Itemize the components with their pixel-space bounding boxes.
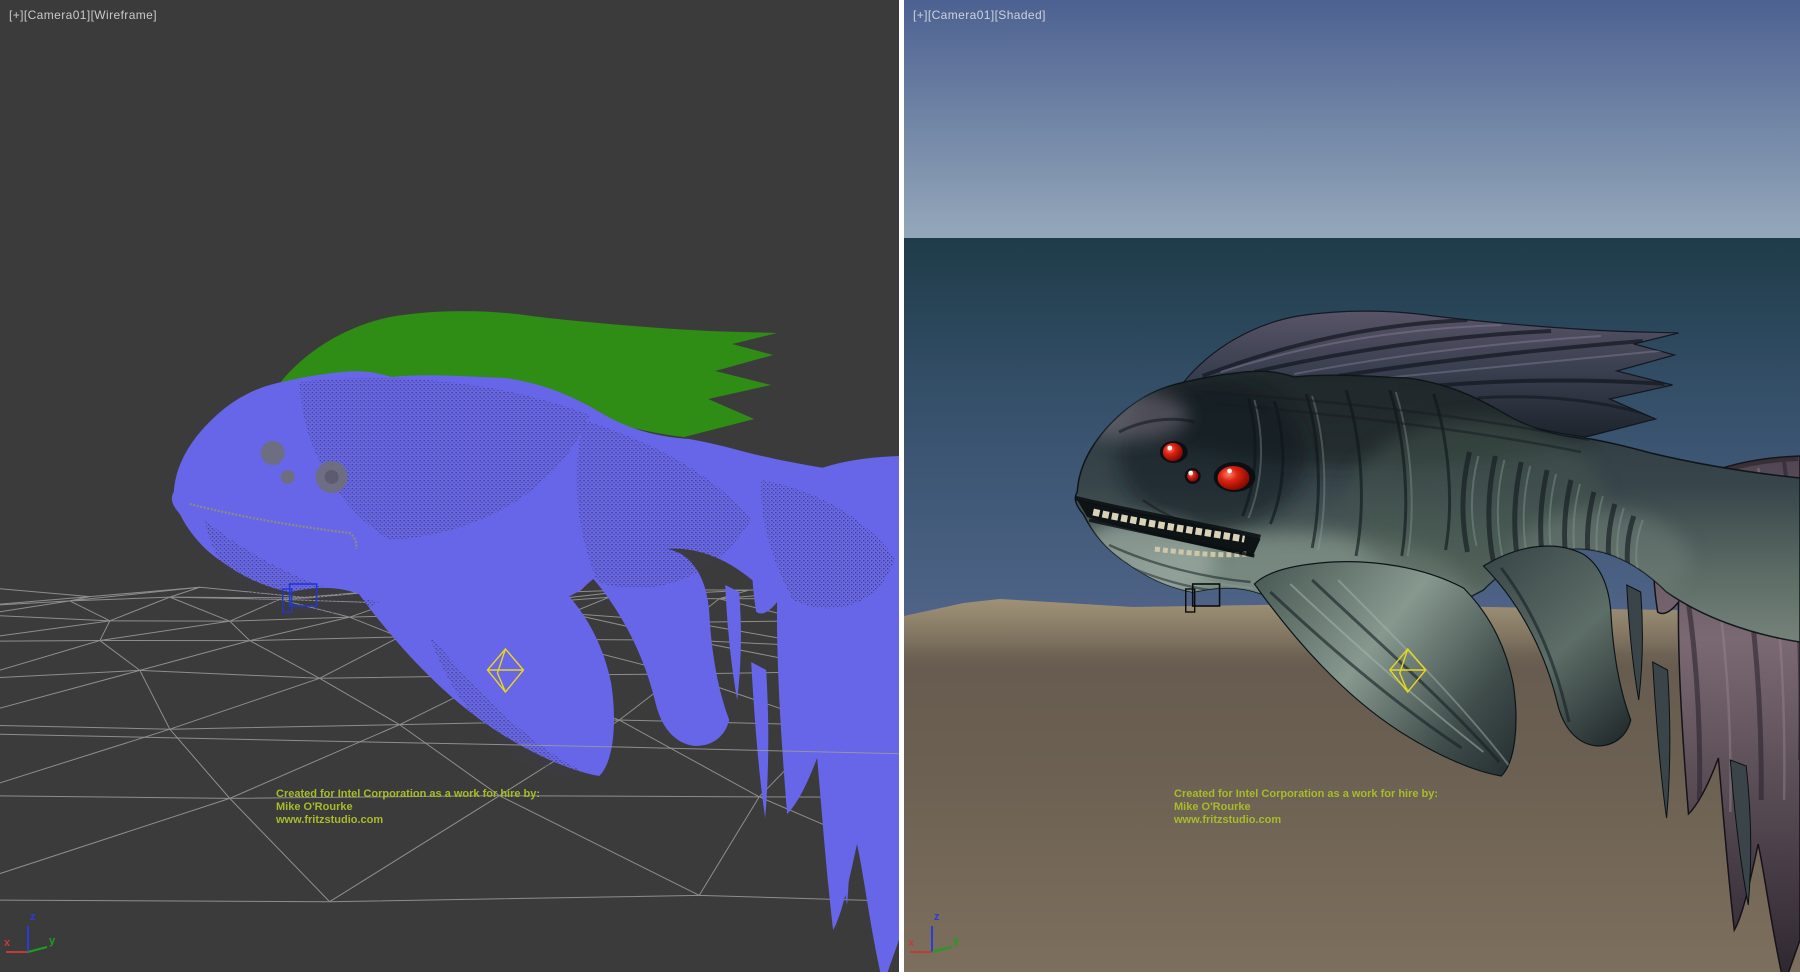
viewport-label-shaded[interactable]: [+][Camera01][Shaded] xyxy=(913,8,1046,22)
axis-z-label: z xyxy=(30,911,36,923)
axis-z-label: z xyxy=(934,911,940,923)
credit-line-2: Mike O'Rourke xyxy=(1174,801,1251,813)
viewport-camera01-shaded[interactable]: [+][Camera01][Shaded] Created for Intel … xyxy=(904,0,1800,972)
credit-text: Created for Intel Corporation as a work … xyxy=(1174,788,1438,827)
world-axis-gizmo: x z y xyxy=(906,908,976,968)
axis-x-label: x xyxy=(908,937,915,949)
axis-x-label: x xyxy=(4,937,11,949)
axis-y-label: y xyxy=(49,935,56,947)
viewport-camera01-wireframe[interactable]: [+][Camera01][Wireframe] Created for Int… xyxy=(0,0,899,972)
axis-y-label: y xyxy=(953,935,960,947)
credit-line-2: Mike O'Rourke xyxy=(276,801,353,813)
credit-line-3: www.fritzstudio.com xyxy=(276,814,383,826)
credit-line-1: Created for Intel Corporation as a work … xyxy=(1174,788,1438,800)
viewport-label-wireframe[interactable]: [+][Camera01][Wireframe] xyxy=(9,8,157,22)
credit-line-3: www.fritzstudio.com xyxy=(1174,814,1281,826)
window-frame-bottom xyxy=(0,972,1800,978)
max-viewport-area: [+][Camera01][Wireframe] Created for Int… xyxy=(0,0,1800,978)
world-axis-gizmo: x z y xyxy=(2,908,72,968)
credit-line-1: Created for Intel Corporation as a work … xyxy=(276,788,540,800)
fish-model[interactable] xyxy=(172,311,899,972)
axis-y-line xyxy=(932,947,951,952)
axis-y-line xyxy=(28,947,47,952)
credit-text: Created for Intel Corporation as a work … xyxy=(276,788,540,827)
